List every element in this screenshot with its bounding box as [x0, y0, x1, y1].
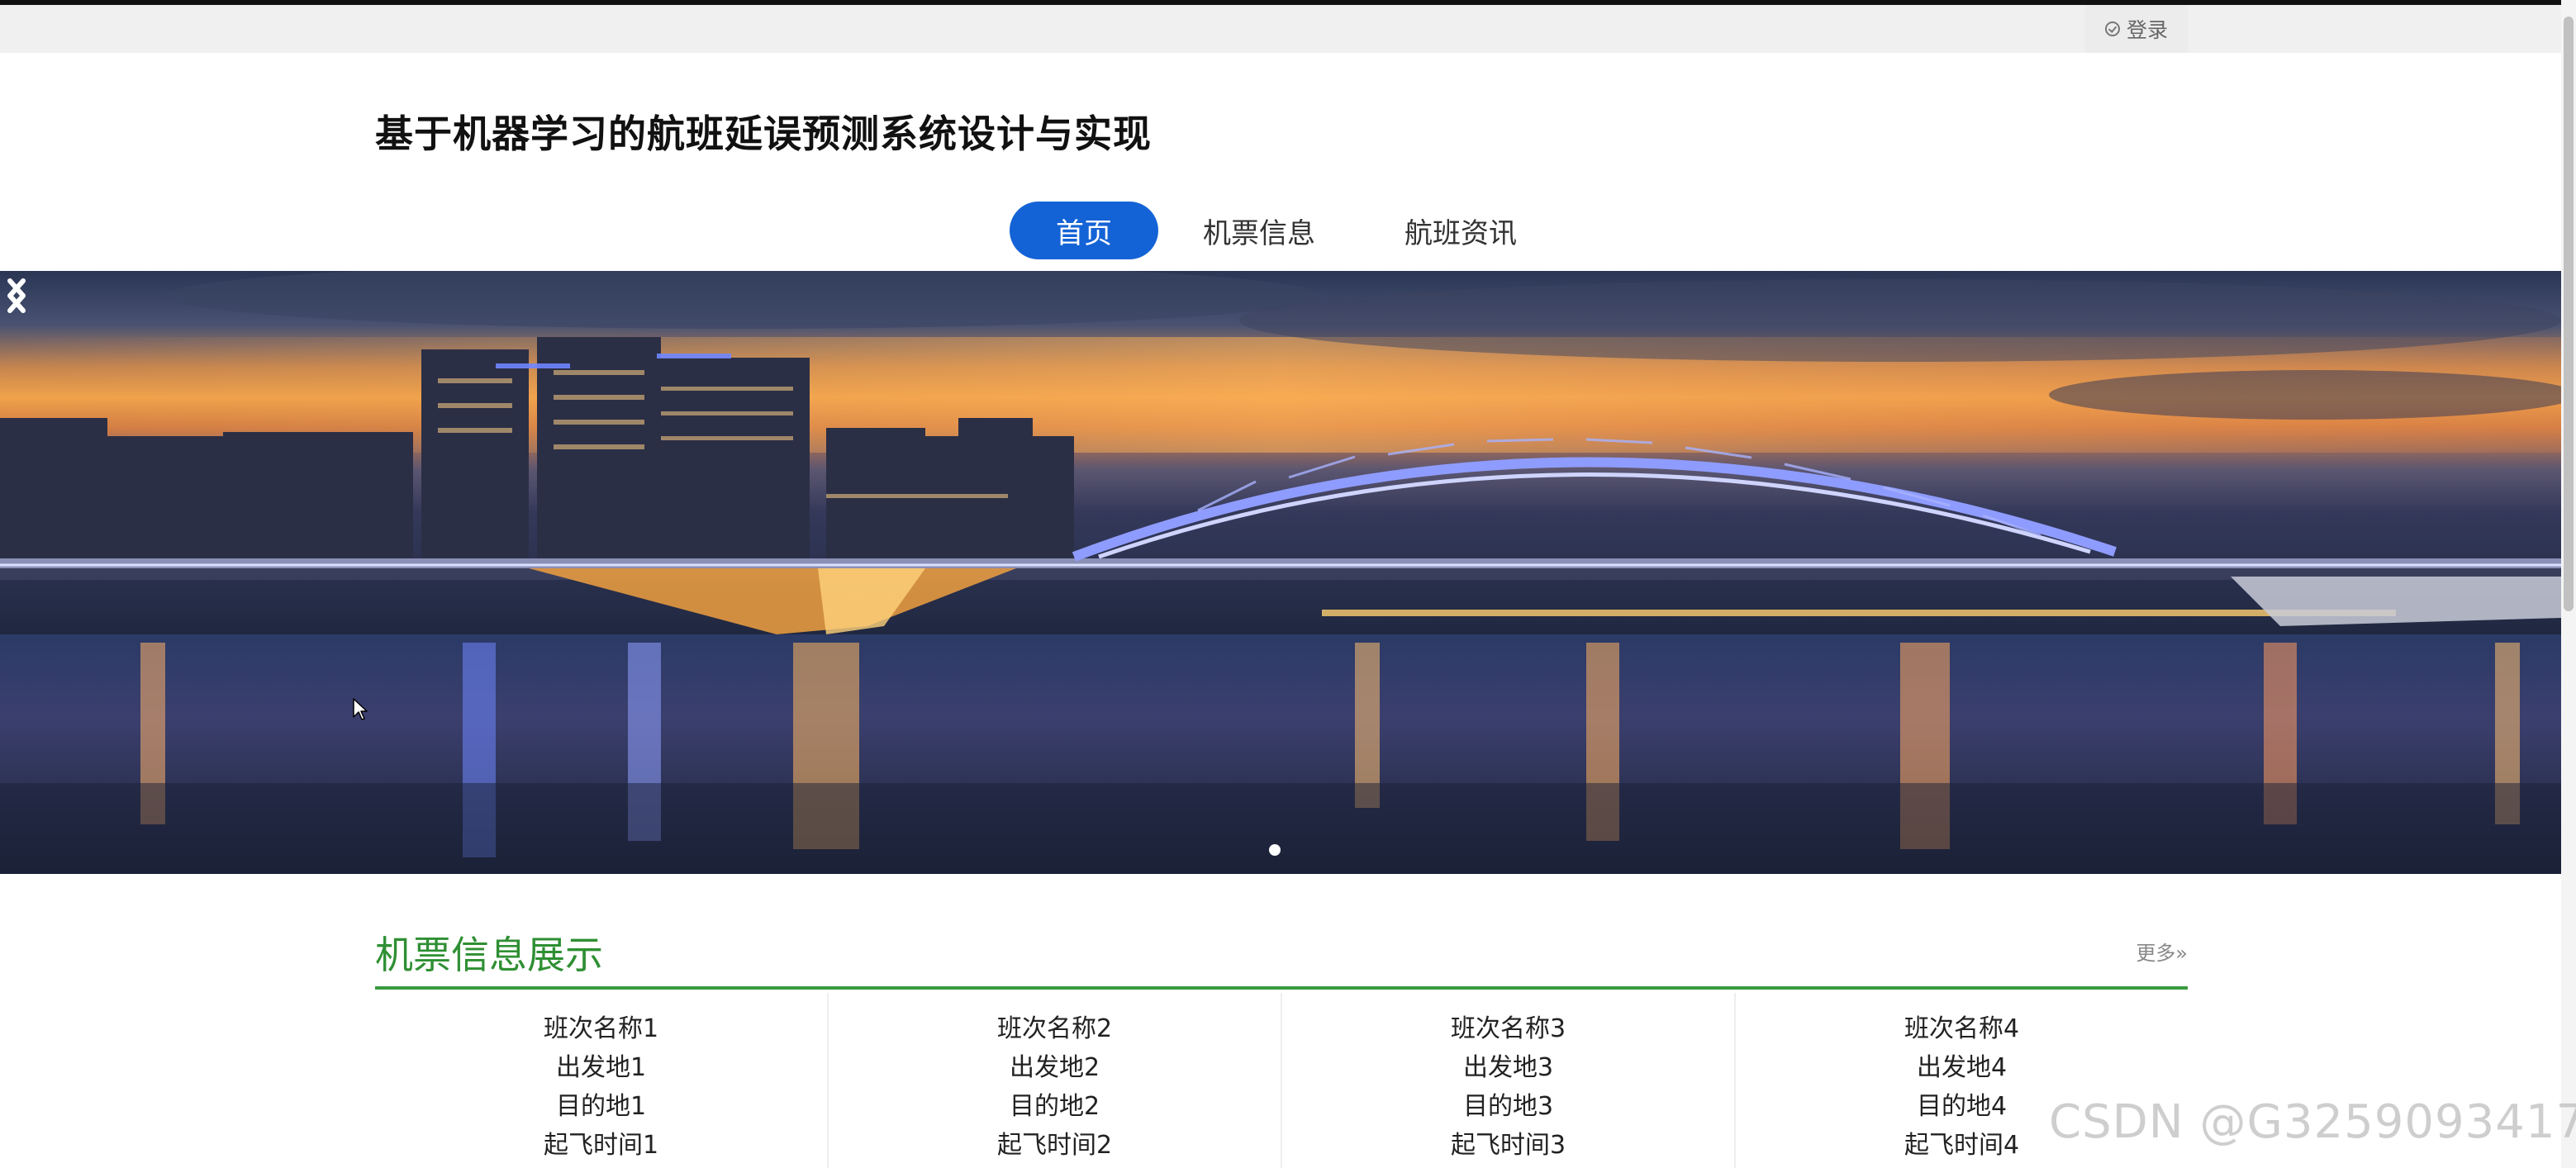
card-destination: 目的地2 — [1009, 1092, 1100, 1121]
card-departure: 起飞时间2 — [996, 1131, 1113, 1160]
card-flight-name: 班次名称3 — [1450, 1014, 1566, 1043]
section-title: 机票信息展示 — [375, 933, 603, 977]
ticket-card[interactable]: 班次名称2 出发地2 目的地2 起飞时间2 — [827, 993, 1281, 1168]
card-departure: 起飞时间1 — [543, 1131, 659, 1160]
ticket-card[interactable]: 班次名称1 出发地1 目的地1 起飞时间1 — [375, 993, 827, 1168]
card-flight-name: 班次名称1 — [543, 1014, 659, 1043]
card-departure: 起飞时间3 — [1450, 1131, 1566, 1160]
ticket-card-list: 班次名称1 出发地1 目的地1 起飞时间1 班次名称2 出发地2 目的地2 起飞… — [375, 993, 2188, 1168]
login-button[interactable]: 登录 — [2085, 5, 2188, 53]
tickets-section-header: 机票信息展示 更多» — [375, 919, 2188, 990]
card-origin: 出发地2 — [1009, 1053, 1100, 1082]
chevron-right-icon[interactable] — [0, 271, 33, 320]
site-title: 基于机器学习的航班延误预测系统设计与实现 — [375, 112, 1152, 156]
card-origin: 出发地4 — [1916, 1053, 2008, 1082]
carousel-indicators — [1269, 844, 1281, 856]
carousel-dot[interactable] — [1269, 844, 1281, 856]
banner-image — [0, 271, 2561, 874]
nav-item-tickets[interactable]: 机票信息 — [1158, 202, 1360, 259]
more-link[interactable]: 更多» — [2136, 937, 2188, 966]
banner-carousel[interactable] — [0, 271, 2561, 874]
card-destination: 目的地1 — [555, 1092, 647, 1121]
card-departure: 起飞时间4 — [1903, 1131, 2020, 1160]
card-destination: 目的地4 — [1916, 1092, 2008, 1121]
ticket-card[interactable]: 班次名称3 出发地3 目的地3 起飞时间3 — [1281, 993, 1734, 1168]
nav-item-flight-news[interactable]: 航班资讯 — [1360, 202, 1561, 259]
card-flight-name: 班次名称4 — [1903, 1014, 2020, 1043]
card-origin: 出发地3 — [1462, 1053, 1554, 1082]
watermark: CSDN @G3259093417 — [2049, 1095, 2576, 1149]
scrollbar-thumb[interactable] — [2564, 17, 2574, 611]
mouse-cursor-icon — [353, 698, 368, 720]
login-label: 登录 — [2126, 18, 2168, 42]
card-destination: 目的地3 — [1462, 1092, 1554, 1121]
nav-item-home[interactable]: 首页 — [1010, 202, 1158, 259]
main-nav: 首页 机票信息 航班资讯 — [1010, 202, 1561, 259]
check-circle-icon — [2104, 21, 2120, 36]
card-origin: 出发地1 — [555, 1053, 647, 1082]
card-flight-name: 班次名称2 — [996, 1014, 1113, 1043]
